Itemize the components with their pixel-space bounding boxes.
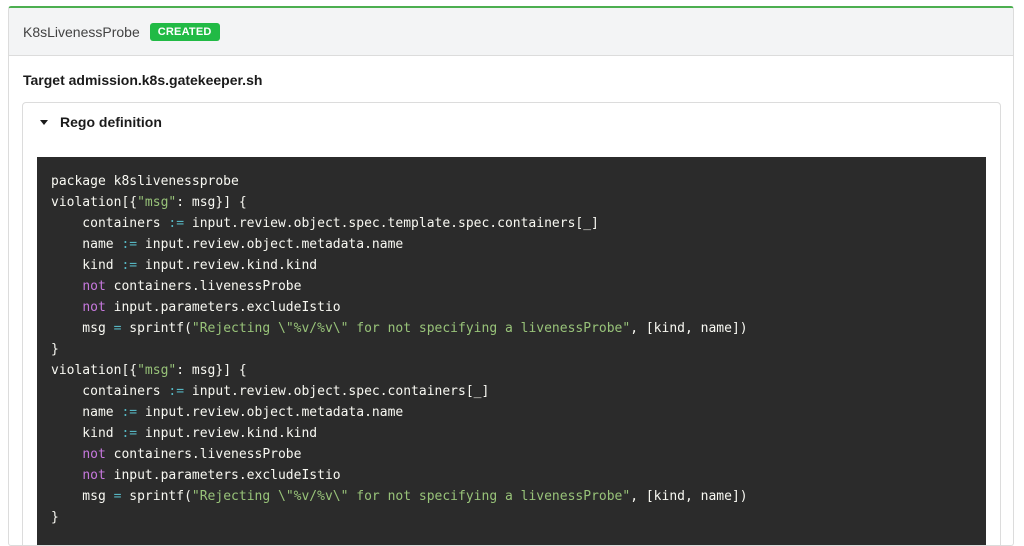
code-block: package k8slivenessprobe violation[{"msg"…	[37, 157, 986, 545]
code-token: name	[51, 405, 122, 420]
code-token: not	[82, 447, 106, 462]
code-token: "Rejecting \"%v/%v\" for not specifying …	[191, 321, 631, 336]
code-token: input.review.kind.kind	[137, 426, 318, 441]
code-token: }	[51, 510, 59, 525]
template-title: K8sLivenessProbe	[23, 23, 140, 40]
code-line: violation[{"msg": msg}] {	[51, 192, 972, 213]
code-line: msg = sprintf("Rejecting \"%v/%v\" for n…	[51, 318, 972, 339]
code-token: kind	[51, 426, 122, 441]
code-token: :=	[121, 237, 138, 252]
code-token: }	[51, 342, 59, 357]
template-card: K8sLivenessProbe CREATED Target admissio…	[8, 6, 1014, 546]
code-token: msg	[51, 489, 114, 504]
code-line: violation[{"msg": msg}] {	[51, 360, 972, 381]
code-token: containers.livenessProbe	[105, 447, 302, 462]
code-token: containers.livenessProbe	[105, 279, 302, 294]
code-line: name := input.review.object.metadata.nam…	[51, 234, 972, 255]
code-token: sprintf(	[121, 489, 192, 504]
code-token: , [kind, name])	[630, 321, 748, 336]
code-line: kind := input.review.kind.kind	[51, 423, 972, 444]
status-badge: CREATED	[149, 22, 220, 41]
accordion-title: Rego definition	[60, 114, 162, 130]
card-header: K8sLivenessProbe CREATED	[9, 8, 1013, 56]
code-token: input.review.object.metadata.name	[137, 405, 404, 420]
code-line: kind := input.review.kind.kind	[51, 255, 972, 276]
code-token: , [kind, name])	[630, 489, 748, 504]
code-token: not	[82, 279, 106, 294]
caret-down-icon	[40, 119, 48, 125]
code-line: containers := input.review.object.spec.c…	[51, 381, 972, 402]
rego-accordion: Rego definition package k8slivenessprobe…	[22, 102, 1001, 545]
code-token: input.review.kind.kind	[137, 258, 318, 273]
code-token: :=	[121, 258, 138, 273]
code-token: :=	[121, 405, 138, 420]
code-token: :=	[168, 384, 185, 399]
code-token: "msg"	[137, 195, 177, 210]
code-line: package k8slivenessprobe	[51, 171, 972, 192]
code-token: "Rejecting \"%v/%v\" for not specifying …	[191, 489, 631, 504]
code-token: : msg}] {	[176, 195, 247, 210]
code-token: :=	[168, 216, 185, 231]
code-token: msg	[51, 321, 114, 336]
code-token: "msg"	[137, 363, 177, 378]
code-token: violation[{	[51, 195, 138, 210]
code-line: }	[51, 339, 972, 360]
code-token: containers	[51, 216, 169, 231]
code-line: not input.parameters.excludeIstio	[51, 465, 972, 486]
code-token: containers	[51, 384, 169, 399]
code-token: input.parameters.excludeIstio	[105, 300, 341, 315]
code-token: : msg}] {	[176, 363, 247, 378]
code-line: msg = sprintf("Rejecting \"%v/%v\" for n…	[51, 486, 972, 507]
code-token: input.review.object.spec.template.spec.c…	[184, 216, 599, 231]
code-line: not containers.livenessProbe	[51, 276, 972, 297]
target-label: Target admission.k8s.gatekeeper.sh	[23, 72, 263, 88]
code-token: name	[51, 237, 122, 252]
code-line: not containers.livenessProbe	[51, 444, 972, 465]
code-line: not input.parameters.excludeIstio	[51, 297, 972, 318]
code-token: violation[{	[51, 363, 138, 378]
code-token: input.review.object.spec.containers[_]	[184, 384, 490, 399]
code-token: kind	[51, 258, 122, 273]
code-line: name := input.review.object.metadata.nam…	[51, 402, 972, 423]
code-token: sprintf(	[121, 321, 192, 336]
code-token: input.review.object.metadata.name	[137, 237, 404, 252]
code-token: :=	[121, 426, 138, 441]
code-token: not	[82, 300, 106, 315]
code-line: containers := input.review.object.spec.t…	[51, 213, 972, 234]
rego-accordion-toggle[interactable]: Rego definition	[40, 114, 162, 130]
code-token: package k8slivenessprobe	[51, 174, 239, 189]
code-token: not	[82, 468, 106, 483]
code-line: }	[51, 507, 972, 528]
code-token: input.parameters.excludeIstio	[105, 468, 341, 483]
